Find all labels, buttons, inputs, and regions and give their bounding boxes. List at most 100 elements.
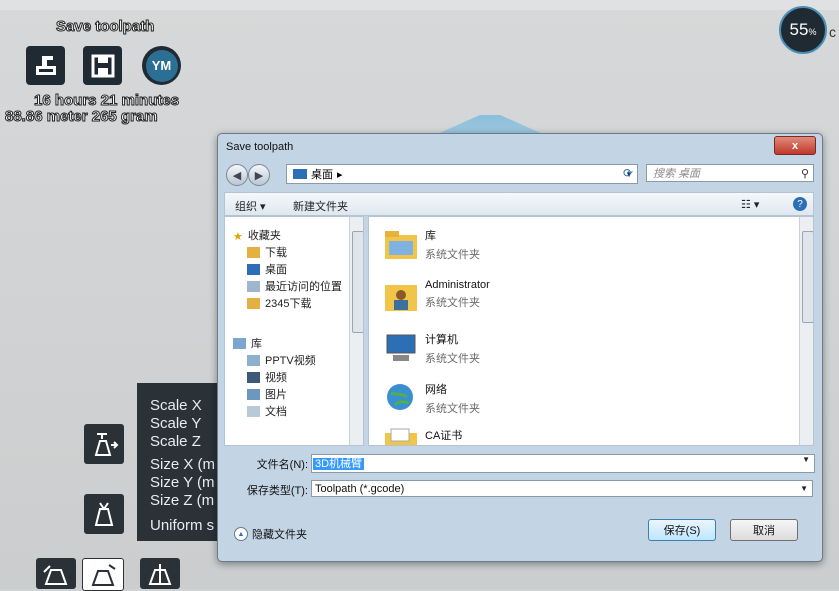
nav-item-label: 桌面 [265,264,287,276]
search-input[interactable]: 搜索 桌面 ⚲ [646,164,814,182]
filename-label: 文件名(N): [256,459,308,471]
filetype-value: Toolpath (*.gcode) [315,482,405,495]
nav-item-desktop[interactable]: 桌面 [247,261,287,277]
file-name: 网络 [425,384,447,396]
file-name: CA证书 [425,430,463,442]
filetype-select[interactable]: Toolpath (*.gcode) ▼ [311,480,813,497]
save-file-button[interactable] [83,46,122,85]
rotate-icon [43,564,68,585]
filename-input[interactable]: 3D机械臂 ▼ [311,454,815,473]
nav-scroll-thumb[interactable] [352,231,363,333]
chevron-right-icon: ▸ [337,168,343,181]
list-item[interactable]: Administrator 系统文件夹 [383,279,490,313]
progress-value: 55 [789,20,809,39]
search-icon[interactable]: ⚲ [801,167,809,180]
progress-unit: % [808,27,817,37]
file-type: 系统文件夹 [425,403,480,415]
libraries-group[interactable]: 库 [233,335,262,351]
user-folder-icon [385,285,417,311]
nav-item-label: 文档 [265,406,287,418]
star-icon: ★ [233,230,243,243]
folder-icon [247,297,260,309]
nav-item-pictures[interactable]: 图片 [247,386,287,402]
address-bar[interactable]: 桌面 ▸ ▼ [286,164,638,184]
address-path: 桌面 [311,169,333,181]
file-type: 系统文件夹 [425,353,480,365]
favorites-group[interactable]: ★ 收藏夹 [233,227,281,243]
list-item[interactable]: 计算机 系统文件夹 [383,331,480,366]
view-options-icon[interactable]: ☷ ▾ [741,198,759,211]
nav-item-recent[interactable]: 最近访问的位置 [247,278,342,294]
library-folder-icon [385,231,417,259]
desktop-icon [247,263,260,275]
clipped-text: c [829,24,836,40]
uniform-scale-label: Uniform s [150,517,215,534]
print-time: 16 hours 21 minutes [33,92,180,110]
computer-icon [386,334,416,361]
list-item[interactable]: CA证书 [383,427,463,445]
back-button[interactable]: ◀ [226,164,248,186]
chevron-down-icon[interactable]: ▼ [800,484,808,493]
hide-folders-label: 隐藏文件夹 [252,529,307,541]
file-name: Administrator [425,279,490,291]
nav-item-downloads[interactable]: 下载 [247,244,287,260]
nav-item-documents[interactable]: 文档 [247,403,287,419]
library-icon [233,337,246,349]
save-button[interactable]: 保存(S) [648,519,716,541]
document-icon [247,405,260,417]
scale-z-label: Scale Z [150,433,201,450]
file-scrollbar[interactable] [799,217,813,445]
nav-item-label: 下载 [265,247,287,259]
scale-icon [91,563,116,586]
nav-item-label: 最近访问的位置 [265,281,342,293]
scale-x-label: Scale X [150,397,202,414]
libraries-label: 库 [251,338,262,350]
nav-item-videos[interactable]: 视频 [247,369,287,385]
favorites-label: 收藏夹 [247,230,281,242]
new-folder-button[interactable]: 新建文件夹 [293,198,348,214]
list-item[interactable]: 网络 系统文件夹 [383,381,480,416]
chevron-down-icon[interactable]: ▼ [802,455,810,464]
mirror-icon [148,563,172,585]
recent-places-icon [247,280,260,292]
list-item[interactable]: 库系统文件夹 [383,227,480,262]
navigation-bar: ◀ ▶ 桌面 ▸ ▼ ⟳ 搜索 桌面 ⚲ [224,162,814,186]
scale-tool-button[interactable] [84,424,124,464]
download-folder-icon [247,246,260,258]
file-scroll-thumb[interactable] [802,231,813,323]
cancel-button[interactable]: 取消 [730,519,798,541]
file-type: 系统文件夹 [425,297,480,309]
refresh-icon[interactable]: ⟳ [618,164,638,182]
forward-button[interactable]: ▶ [248,164,270,186]
size-x-label: Size X (m [150,456,216,473]
organize-menu[interactable]: 组织 ▾ [235,198,266,214]
ym-account-button[interactable]: YM [142,46,181,85]
nav-item-label: 视频 [265,372,287,384]
hide-folders-toggle[interactable]: ▲ 隐藏文件夹 [234,526,307,542]
save-toolpath-title: Save toolpath [55,18,155,36]
scale-mode-button[interactable] [82,558,124,591]
folder-icon [385,428,417,445]
printer-icon [35,55,56,75]
file-name: 库 [425,230,436,242]
scale-arrow-icon [94,433,119,456]
desktop-folder-icon [293,169,307,179]
file-name: 计算机 [425,334,458,346]
floppy-disk-icon [91,54,114,77]
picture-icon [247,388,260,400]
ym-logo: YM [145,49,178,82]
save-to-printer-button[interactable] [26,46,65,85]
size-y-label: Size Y (m [150,474,215,491]
resize-tool-button[interactable] [84,494,124,534]
close-button[interactable]: x [774,136,816,155]
help-icon[interactable]: ? [793,197,807,211]
nav-item-2345[interactable]: 2345下载 [247,295,311,311]
video-library-icon [247,354,260,366]
filetype-label: 保存类型(T): [246,485,308,497]
collapse-icon: ▲ [234,527,248,541]
film-icon [247,371,260,383]
nav-scrollbar[interactable] [349,217,363,445]
rotate-tool-button[interactable] [36,558,76,589]
mirror-tool-button[interactable] [140,558,180,589]
nav-item-pptv[interactable]: PPTV视频 [247,352,316,368]
